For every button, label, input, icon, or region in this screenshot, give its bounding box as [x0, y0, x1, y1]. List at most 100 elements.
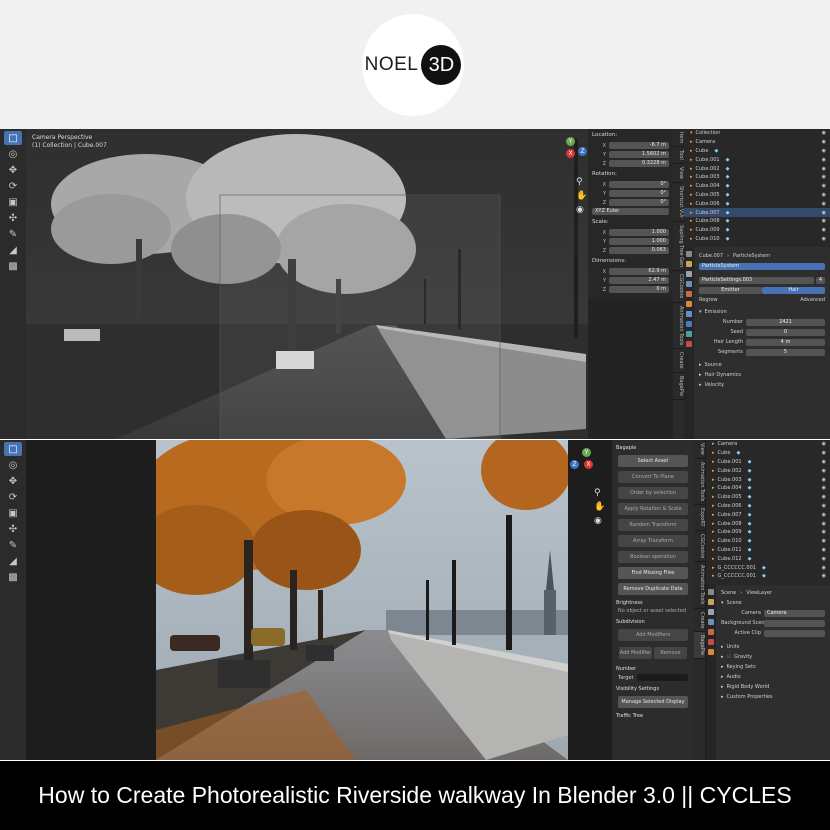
visibility-eye-icon[interactable]: ◉	[822, 227, 826, 233]
outliner-row[interactable]: ▸ G_CCCCCC.001 ◆ ◉	[706, 572, 830, 581]
outliner-row[interactable]: ▸ Cube.011 ◆ ◉	[706, 546, 830, 555]
add-cube-icon[interactable]: ▩	[4, 570, 22, 584]
manage-display-button[interactable]: Manage Selected Display	[618, 696, 688, 708]
visibility-eye-icon[interactable]: ◉	[822, 218, 826, 224]
dimensions-z-field[interactable]: 0 m	[609, 286, 669, 293]
outliner-row[interactable]: ▸ Cube.008 ◆ ◉	[684, 217, 830, 226]
emission-panel-header[interactable]: Emission	[705, 309, 727, 315]
particle-slot-item[interactable]: ParticleSystem	[699, 262, 825, 270]
physics-tab-icon[interactable]	[686, 331, 692, 337]
rotation-x-field[interactable]: 0°	[609, 181, 669, 188]
tool-tab-icon[interactable]	[708, 589, 714, 595]
visibility-eye-icon[interactable]: ◉	[822, 139, 826, 145]
active-clip-field[interactable]	[764, 629, 825, 637]
z-axis-icon[interactable]: Z	[578, 147, 587, 156]
tab-view[interactable]: View	[694, 440, 705, 459]
outliner-row-selected[interactable]: ▸ Cube.007 ◆ ◉	[684, 208, 830, 217]
visibility-eye-icon[interactable]: ◉	[822, 485, 826, 491]
subdivision-section[interactable]: Subdivision	[616, 619, 690, 625]
tab-cgcookie[interactable]: CGCookie	[694, 531, 705, 563]
outliner-row[interactable]: ▸ Cube.006 ◆ ◉	[684, 199, 830, 208]
number-section[interactable]: Number	[616, 666, 690, 672]
y-axis-icon[interactable]: Y	[566, 137, 575, 146]
navigation-gizmo[interactable]: Y X Z	[570, 448, 606, 484]
modifier-tab-icon[interactable]	[686, 311, 692, 317]
visibility-eye-icon[interactable]: ◉	[822, 183, 826, 189]
rotation-mode-select[interactable]: XYZ Euler	[592, 208, 669, 215]
dimensions-y-field[interactable]: 2.47 m	[609, 277, 669, 284]
visibility-eye-icon[interactable]: ◉	[822, 503, 826, 509]
tool-tab-icon[interactable]	[686, 251, 692, 257]
target-field[interactable]	[637, 674, 688, 681]
tab-view[interactable]: View	[673, 164, 684, 183]
location-x-field[interactable]: -6.7 m	[609, 142, 669, 149]
visibility-eye-icon[interactable]: ◉	[822, 468, 826, 474]
viewport-3d-top[interactable]: Camera Perspective (1) Collection | Cube…	[26, 129, 588, 439]
rotation-z-field[interactable]: 0°	[609, 199, 669, 206]
scene-tab-icon[interactable]	[708, 629, 714, 635]
select-box-icon[interactable]: □	[4, 442, 22, 456]
visibility-eye-icon[interactable]: ◉	[822, 565, 826, 571]
scale-z-field[interactable]: 0.063	[609, 247, 669, 254]
add-modifier-button[interactable]: Add Modifier	[619, 647, 652, 659]
outliner-row[interactable]: ▸ Cube.003 ◆ ◉	[684, 173, 830, 182]
visibility-settings[interactable]: Visibility Settings	[616, 686, 690, 692]
outliner-row[interactable]: ▸ Cube.002 ◆ ◉	[684, 164, 830, 173]
x-axis-icon[interactable]: X	[584, 460, 593, 469]
tab-shortcut[interactable]: Shortcut VUr	[673, 183, 684, 223]
visibility-eye-icon[interactable]: ◉	[822, 148, 826, 154]
visibility-eye-icon[interactable]: ◉	[822, 556, 826, 562]
visibility-eye-icon[interactable]: ◉	[822, 529, 826, 535]
units-panel-header[interactable]: Units	[727, 644, 740, 650]
outliner-row[interactable]: ▸ Cube ◆ ◉	[706, 449, 830, 458]
visibility-eye-icon[interactable]: ◉	[822, 494, 826, 500]
visibility-eye-icon[interactable]: ◉	[822, 192, 826, 198]
outliner-collection-row[interactable]: ▾ Collection ◉	[684, 129, 830, 138]
tab-create[interactable]: Create	[694, 609, 705, 633]
visibility-eye-icon[interactable]: ◉	[822, 236, 826, 242]
array-transform-button[interactable]: Array Transform	[618, 535, 688, 547]
material-tab-icon[interactable]	[686, 341, 692, 347]
random-transform-button[interactable]: Random Transform	[618, 519, 688, 531]
tab-animation-tools[interactable]: Animation Tools	[694, 459, 705, 506]
annotate-icon[interactable]: ✎	[4, 227, 22, 241]
visibility-eye-icon[interactable]: ◉	[822, 521, 826, 527]
visibility-eye-icon[interactable]: ◉	[822, 459, 826, 465]
outliner-row[interactable]: ▸ Camera ◉	[706, 440, 830, 449]
order-by-selection-button[interactable]: Order by selection	[618, 487, 688, 499]
outliner-row[interactable]: ▸ Cube.005 ◆ ◉	[706, 493, 830, 502]
zoom-icon[interactable]: ⚲	[576, 177, 583, 187]
outliner-row[interactable]: ▸ Cube.007 ◆ ◉	[706, 510, 830, 519]
scale-icon[interactable]: ▣	[4, 506, 22, 520]
render-tab-icon[interactable]	[686, 261, 692, 267]
remove-duplicate-data-button[interactable]: Remove Duplicate Data	[618, 583, 688, 595]
outliner-row[interactable]: ▸ Cube ◆ ◉	[684, 147, 830, 156]
outliner-row[interactable]: ▸ Cube.001 ◆ ◉	[684, 155, 830, 164]
camera-view-icon[interactable]: ◉	[576, 205, 584, 215]
visibility-eye-icon[interactable]: ◉	[822, 166, 826, 172]
outliner-row[interactable]: ▸ G_CCCCCC.001 ◆ ◉	[706, 563, 830, 572]
navigation-gizmo[interactable]: Y X Z	[554, 137, 588, 171]
zoom-icon[interactable]: ⚲	[594, 488, 601, 498]
boolean-button[interactable]: Boolean operation	[618, 551, 688, 563]
measure-icon[interactable]: ◢	[4, 243, 22, 257]
viewport-render-preview[interactable]	[156, 440, 568, 760]
particles-tab-icon[interactable]	[686, 321, 692, 327]
outliner-row[interactable]: ▸ Cube.002 ◆ ◉	[706, 466, 830, 475]
output-tab-icon[interactable]	[686, 271, 692, 277]
camera-field[interactable]: Camera	[764, 609, 825, 617]
cursor-icon[interactable]: ◎	[4, 458, 22, 472]
hair-toggle[interactable]: Hair	[762, 286, 825, 294]
location-z-field[interactable]: 0.3228 m	[609, 160, 669, 167]
tab-sapling[interactable]: Sapling Tree Gen	[673, 222, 684, 272]
gravity-checkbox-icon[interactable]: ☑	[727, 654, 731, 660]
visibility-eye-icon[interactable]: ◉	[822, 174, 826, 180]
transform-icon[interactable]: ✣	[4, 522, 22, 536]
x-axis-icon[interactable]: X	[566, 149, 575, 158]
outliner-row[interactable]: ▸ Cube.004 ◆ ◉	[684, 182, 830, 191]
background-scene-field[interactable]	[764, 619, 825, 627]
add-cube-icon[interactable]: ▩	[4, 259, 22, 273]
pan-hand-icon[interactable]: ✋	[576, 191, 587, 201]
visibility-eye-icon[interactable]: ◉	[822, 547, 826, 553]
apply-transforms-button[interactable]: Apply Rotation & Scale	[618, 503, 688, 515]
